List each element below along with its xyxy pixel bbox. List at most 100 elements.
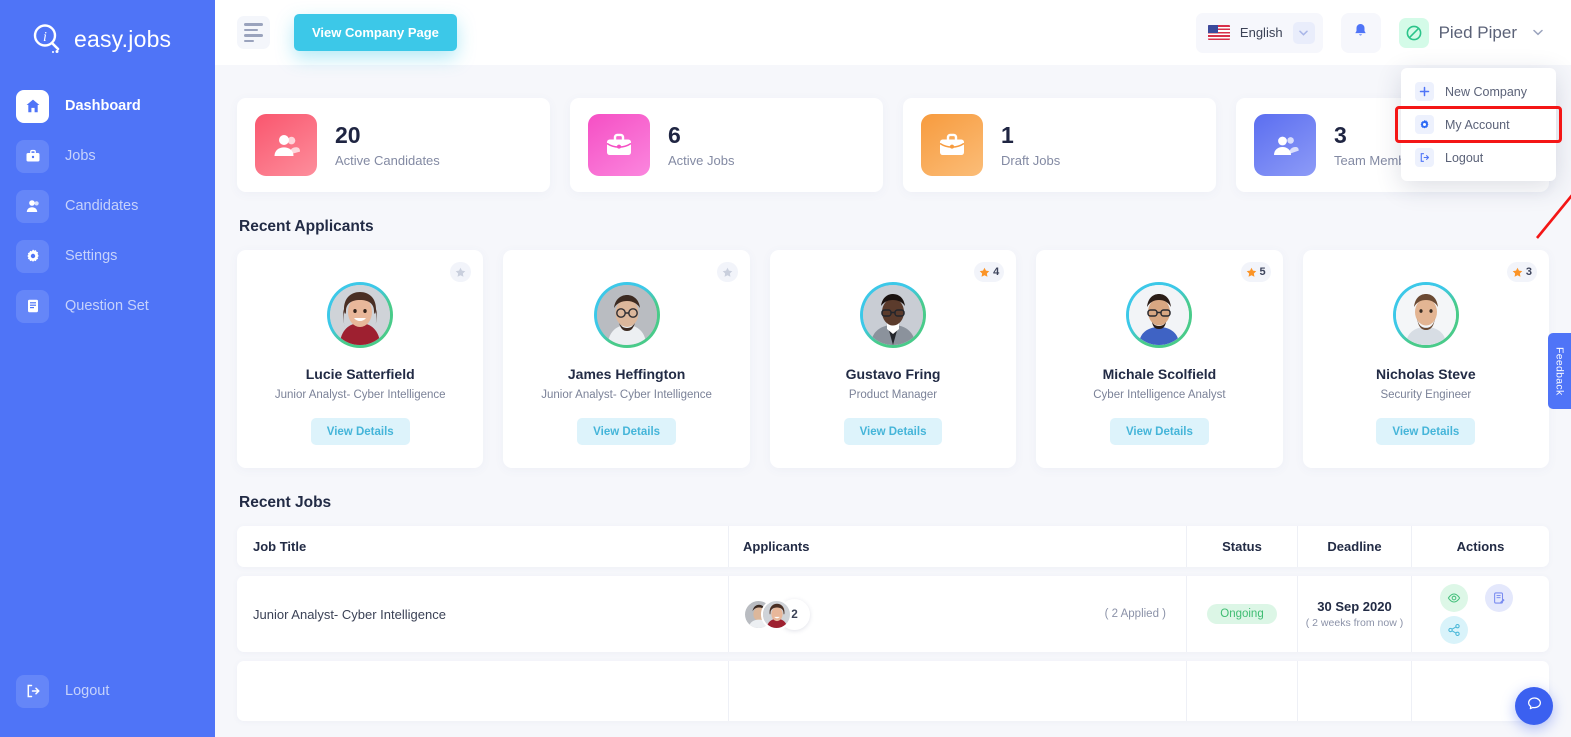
- notifications-button[interactable]: [1340, 12, 1381, 53]
- sidebar-item-label: Settings: [65, 248, 118, 264]
- star-badge[interactable]: 5: [1240, 262, 1271, 282]
- gear-icon: [1415, 115, 1434, 134]
- applicant-role: Security Engineer: [1380, 389, 1472, 401]
- sidebar-logout-label: Logout: [65, 683, 110, 699]
- recent-applicants-title: Recent Applicants: [239, 218, 374, 235]
- us-flag-icon: [1207, 25, 1230, 40]
- view-details-button[interactable]: View Details: [843, 418, 943, 445]
- stat-value: 1: [1001, 122, 1014, 149]
- avatar: [1392, 282, 1459, 348]
- star-badge[interactable]: 4: [974, 262, 1005, 282]
- clipboard-icon: [16, 289, 49, 323]
- sidebar-item-question-set[interactable]: Question Set: [0, 282, 215, 330]
- applicant-card[interactable]: 4 Gustavo Fring Product Manager View Det…: [769, 250, 1017, 468]
- avatar: [593, 282, 660, 348]
- view-details-button[interactable]: View Details: [577, 418, 677, 445]
- star-badge[interactable]: [450, 262, 472, 282]
- dropdown-item-label: New Company: [1445, 84, 1527, 99]
- team-icon: [1254, 114, 1316, 176]
- language-selector[interactable]: English: [1195, 12, 1323, 53]
- stat-card-draft-jobs[interactable]: 1 Draft Jobs: [903, 98, 1216, 192]
- applied-text: ( 2 Applied ): [1104, 608, 1166, 620]
- sidebar-item-candidates[interactable]: Candidates: [0, 182, 215, 230]
- content-area: 20 Active Candidates 6 Active Jobs 1 Dra…: [215, 65, 1571, 737]
- chevron-down-icon: [1527, 22, 1549, 44]
- logout-icon: [1415, 148, 1434, 167]
- sidebar-item-label: Question Set: [65, 298, 149, 314]
- applicant-name: Nicholas Steve: [1376, 366, 1476, 382]
- feedback-label: Feedback: [1553, 346, 1566, 396]
- sidebar-item-label: Jobs: [65, 148, 96, 164]
- star-icon: [979, 267, 990, 277]
- star-badge[interactable]: 3: [1506, 262, 1538, 282]
- brand-name: easy.jobs: [74, 25, 172, 52]
- share-icon[interactable]: [1440, 616, 1468, 644]
- user-dropdown-menu: New Company My Account Logout: [1395, 68, 1562, 181]
- sidebar: i easy.jobs Dashboard Jobs Candidates Se…: [0, 0, 215, 737]
- applicant-name: James Heffington: [567, 366, 686, 382]
- slash-circle-icon: [1398, 17, 1429, 48]
- chevron-down-icon: [1292, 21, 1315, 44]
- star-badge[interactable]: [716, 262, 738, 282]
- recent-jobs-title: Recent Jobs: [239, 494, 332, 511]
- view-details-button[interactable]: View Details: [310, 418, 410, 445]
- star-rating: 4: [993, 266, 1000, 278]
- view-icon[interactable]: [1440, 584, 1468, 612]
- edit-icon[interactable]: [1485, 584, 1513, 612]
- recent-applicants-list: Lucie Satterfield Junior Analyst- Cyber …: [237, 250, 1550, 468]
- applicant-card[interactable]: Lucie Satterfield Junior Analyst- Cyber …: [237, 250, 484, 468]
- applicant-avatar-group[interactable]: 2: [743, 598, 810, 630]
- dropdown-item-my-account[interactable]: My Account: [1395, 106, 1562, 143]
- home-icon: [16, 89, 49, 123]
- stat-card-active-candidates[interactable]: 20 Active Candidates: [237, 98, 550, 192]
- app-root: i easy.jobs Dashboard Jobs Candidates Se…: [0, 0, 1571, 737]
- stat-value: 6: [668, 122, 681, 149]
- dropdown-item-label: Logout: [1445, 150, 1484, 165]
- stat-value: 20: [335, 122, 361, 149]
- table-row[interactable]: Junior Analyst- Cyber Intelligence 2 (2…: [237, 576, 1549, 652]
- applicant-role: Product Manager: [848, 389, 938, 401]
- applicant-role: Junior Analyst- Cyber Intelligence: [541, 389, 712, 401]
- row-actions: [1440, 584, 1521, 644]
- dropdown-item-logout[interactable]: Logout: [1401, 141, 1556, 174]
- star-icon: [1246, 267, 1256, 277]
- view-company-page-button[interactable]: View Company Page: [294, 14, 457, 51]
- table-row[interactable]: [237, 661, 1549, 721]
- briefcase-icon: [921, 114, 983, 176]
- stat-label: Active Candidates: [335, 152, 440, 168]
- sidebar-item-settings[interactable]: Settings: [0, 232, 215, 280]
- applicant-name: Lucie Satterfield: [305, 366, 415, 382]
- star-icon: [1512, 267, 1523, 277]
- topbar-right: English Pied Piper: [1195, 12, 1549, 53]
- briefcase-icon: [588, 114, 650, 176]
- sidebar-item-dashboard[interactable]: Dashboard: [0, 82, 215, 130]
- cell-job-title: Junior Analyst- Cyber Intelligence: [253, 606, 446, 622]
- user-name: Pied Piper: [1438, 22, 1517, 42]
- view-details-button[interactable]: View Details: [1376, 418, 1476, 445]
- sidebar-item-jobs[interactable]: Jobs: [0, 132, 215, 180]
- deadline-relative: ( 2 weeks from now ): [1305, 617, 1404, 629]
- chat-bubble-icon: [1526, 695, 1543, 717]
- applicant-card[interactable]: 5 Michale Scolfield Cyber Intelligence A…: [1036, 250, 1283, 468]
- applicant-card[interactable]: 3 Nicholas Steve Security Engineer View …: [1302, 250, 1550, 468]
- column-header-actions: Actions: [1456, 539, 1505, 554]
- stat-card-active-jobs[interactable]: 6 Active Jobs: [570, 98, 883, 192]
- column-header-status: Status: [1222, 539, 1262, 554]
- column-header-applicants: Applicants: [743, 539, 810, 554]
- applicant-card[interactable]: James Heffington Junior Analyst- Cyber I…: [503, 250, 750, 468]
- star-icon: [722, 267, 733, 277]
- user-menu[interactable]: Pied Piper: [1398, 17, 1549, 48]
- avatar: [1126, 282, 1193, 348]
- applicant-name: Gustavo Fring: [845, 366, 941, 382]
- gear-icon: [16, 239, 49, 273]
- dropdown-item-new-company[interactable]: New Company: [1401, 75, 1556, 108]
- view-details-button[interactable]: View Details: [1109, 418, 1209, 445]
- feedback-tab[interactable]: Feedback: [1548, 333, 1571, 409]
- hamburger-icon[interactable]: [237, 16, 270, 49]
- sidebar-item-label: Candidates: [65, 198, 139, 214]
- sidebar-item-logout[interactable]: Logout: [0, 667, 215, 715]
- star-rating: 3: [1525, 266, 1533, 278]
- chat-button[interactable]: [1515, 687, 1553, 725]
- brand[interactable]: i easy.jobs: [0, 0, 215, 56]
- applicant-role: Junior Analyst- Cyber Intelligence: [274, 389, 446, 401]
